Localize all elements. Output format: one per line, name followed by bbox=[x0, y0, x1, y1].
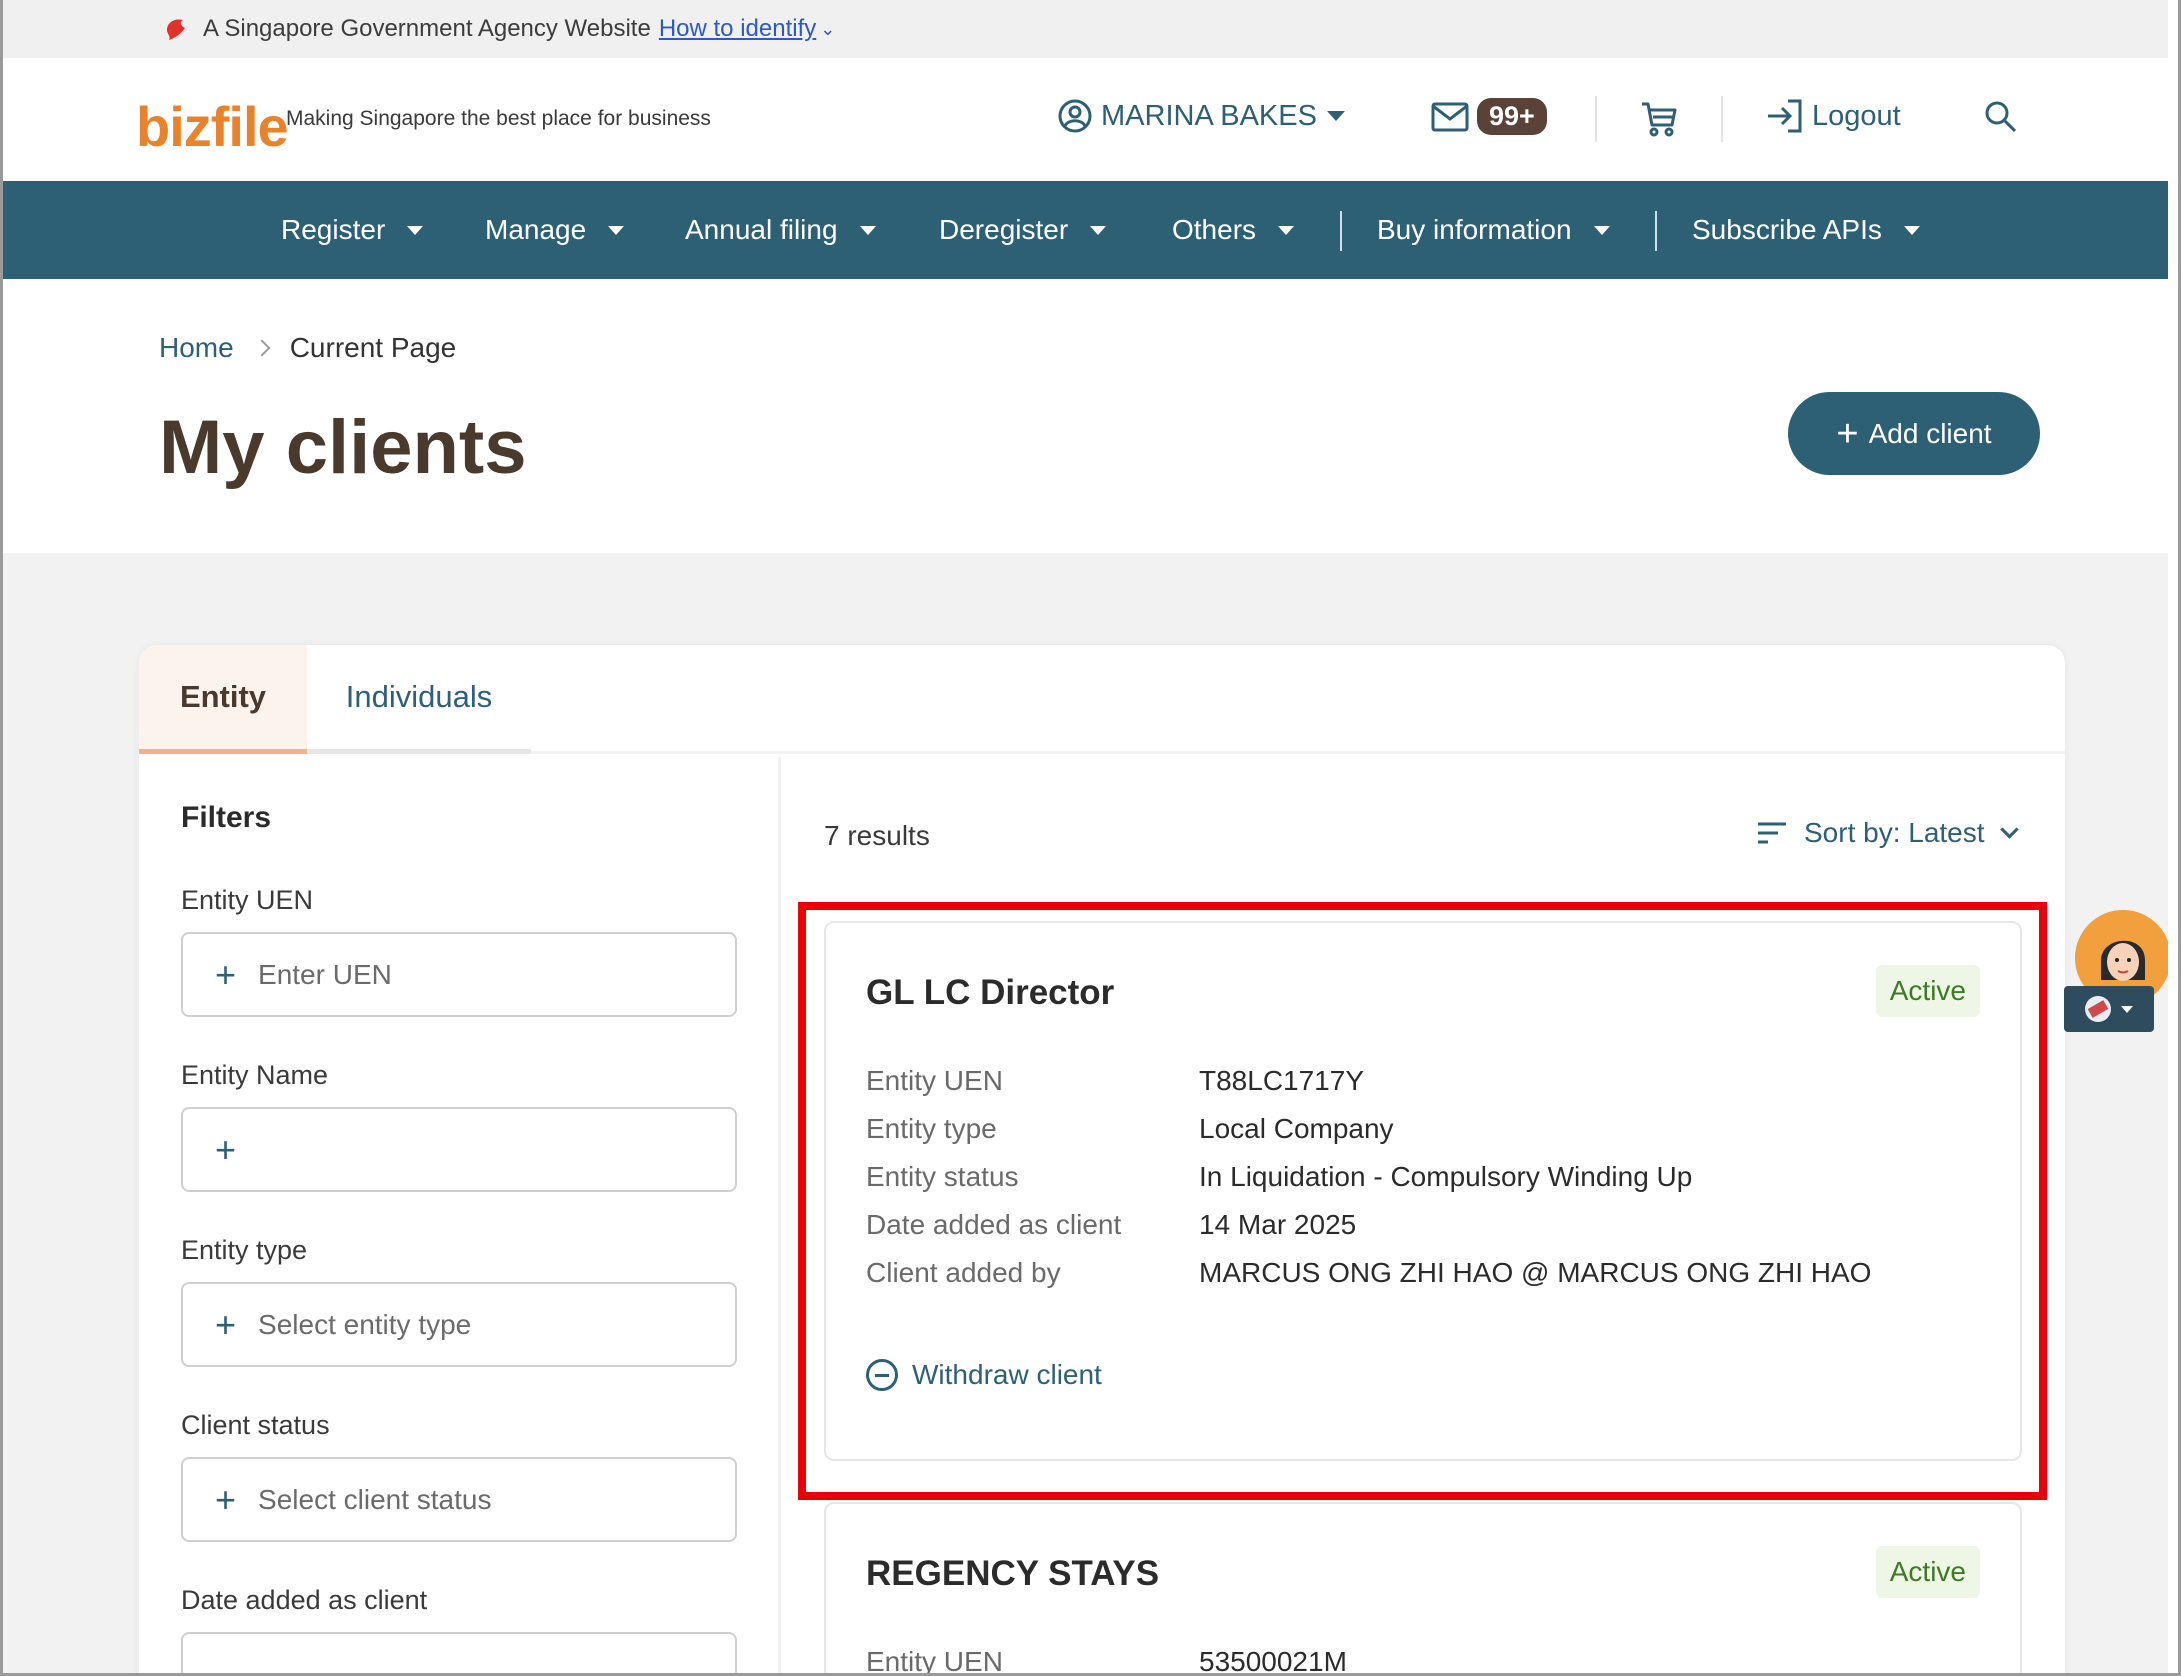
plus-icon: + bbox=[215, 1303, 237, 1345]
mail-count-badge: 99+ bbox=[1477, 98, 1547, 135]
nav-register[interactable]: Register bbox=[281, 181, 424, 279]
chevron-right-icon bbox=[253, 339, 271, 357]
chevron-down-icon: ⌄ bbox=[820, 18, 836, 39]
field-value: 53500021M bbox=[1199, 1646, 1347, 1676]
date-added-input[interactable] bbox=[181, 1632, 737, 1676]
entity-type-select[interactable]: + Select entity type bbox=[181, 1282, 737, 1367]
header: bizfile Making Singapore the best place … bbox=[3, 58, 2168, 181]
search-icon bbox=[1985, 101, 2017, 133]
singapore-lion-icon bbox=[167, 19, 185, 40]
chevron-down-icon bbox=[1999, 819, 2019, 839]
entity-uen-placeholder: Enter UEN bbox=[258, 958, 392, 990]
nav-manage[interactable]: Manage bbox=[485, 181, 625, 279]
add-client-button[interactable]: + Add client bbox=[1788, 392, 2040, 475]
caret-down-icon bbox=[2121, 1005, 2133, 1013]
sort-icon bbox=[1758, 822, 1786, 844]
caret-down-icon bbox=[1326, 111, 1345, 121]
entity-name-label: Entity Name bbox=[181, 1060, 329, 1090]
add-client-label: Add client bbox=[1868, 417, 1992, 449]
main-nav: Register Manage Annual filing Deregister… bbox=[3, 181, 2168, 279]
cart-icon bbox=[1642, 102, 1677, 137]
chatbot-language-toggle[interactable] bbox=[2064, 986, 2154, 1032]
user-circle-icon bbox=[1058, 99, 1092, 133]
caret-down-icon bbox=[1278, 225, 1295, 235]
header-divider bbox=[1721, 96, 1723, 142]
tagline: Making Singapore the best place for busi… bbox=[286, 107, 711, 130]
language-flag-icon bbox=[2085, 996, 2111, 1022]
plus-icon: + bbox=[215, 1128, 237, 1170]
nav-annual-filing[interactable]: Annual filing bbox=[685, 181, 876, 279]
client-status-placeholder: Select client status bbox=[258, 1483, 492, 1515]
plus-icon: + bbox=[1836, 412, 1859, 455]
header-divider bbox=[1595, 96, 1597, 142]
inbox-button[interactable]: 99+ bbox=[1431, 98, 1547, 135]
breadcrumb: Home Current Page bbox=[159, 332, 456, 364]
client-name: REGENCY STAYS bbox=[866, 1554, 1160, 1593]
cart-button[interactable] bbox=[1639, 99, 1679, 144]
tab-entity[interactable]: Entity bbox=[139, 645, 307, 754]
caret-down-icon bbox=[1593, 225, 1610, 235]
user-name: MARINA BAKES bbox=[1101, 99, 1317, 132]
page: A Singapore Government Agency Website Ho… bbox=[3, 0, 2168, 1676]
nav-buy-information[interactable]: Buy information bbox=[1377, 181, 1610, 279]
caret-down-icon bbox=[859, 225, 876, 235]
logout-button[interactable]: Logout bbox=[1766, 98, 1901, 134]
client-status-label: Client status bbox=[181, 1410, 330, 1440]
nav-subscribe-apis[interactable]: Subscribe APIs bbox=[1692, 181, 1920, 279]
breadcrumb-current: Current Page bbox=[289, 332, 457, 363]
how-to-identify-link[interactable]: How to identify bbox=[659, 15, 816, 43]
nav-deregister[interactable]: Deregister bbox=[939, 181, 1107, 279]
client-status-select[interactable]: + Select client status bbox=[181, 1457, 737, 1542]
field-label: Entity UEN bbox=[866, 1646, 1003, 1676]
results-count: 7 results bbox=[824, 820, 930, 851]
plus-icon: + bbox=[215, 1478, 237, 1520]
user-menu[interactable]: MARINA BAKES bbox=[1057, 98, 1345, 134]
sort-label: Sort by: Latest bbox=[1804, 817, 1985, 848]
entity-type-placeholder: Select entity type bbox=[258, 1308, 472, 1340]
search-button[interactable] bbox=[1983, 99, 2019, 140]
filters-panel: Filters Entity UEN + Enter UEN Entity Na… bbox=[139, 757, 781, 1676]
logout-label: Logout bbox=[1812, 99, 1901, 132]
entity-type-label: Entity type bbox=[181, 1235, 308, 1265]
tab-individuals[interactable]: Individuals bbox=[307, 645, 531, 754]
highlight-box bbox=[798, 902, 2047, 1500]
logout-icon bbox=[1768, 99, 1802, 133]
caret-down-icon bbox=[407, 225, 424, 235]
client-card: REGENCY STAYS Active Entity UEN 53500021M bbox=[824, 1502, 2022, 1676]
sort-dropdown[interactable]: Sort by: Latest bbox=[1756, 817, 2019, 849]
breadcrumb-home[interactable]: Home bbox=[159, 332, 234, 364]
nav-others[interactable]: Others bbox=[1172, 181, 1295, 279]
nav-divider bbox=[1340, 211, 1342, 251]
plus-icon: + bbox=[215, 953, 237, 995]
tab-bar: Entity Individuals bbox=[139, 645, 2065, 754]
page-title: My clients bbox=[159, 405, 527, 490]
caret-down-icon bbox=[1903, 225, 1920, 235]
bizfile-logo[interactable]: bizfile bbox=[136, 94, 289, 159]
gov-masthead: A Singapore Government Agency Website Ho… bbox=[3, 0, 2168, 58]
filters-title: Filters bbox=[181, 801, 272, 834]
entity-uen-label: Entity UEN bbox=[181, 885, 314, 915]
mail-icon bbox=[1431, 102, 1469, 131]
entity-name-input[interactable]: + bbox=[181, 1107, 737, 1192]
entity-uen-input[interactable]: + Enter UEN bbox=[181, 932, 737, 1017]
masthead-text: A Singapore Government Agency Website bbox=[203, 15, 651, 42]
caret-down-icon bbox=[1090, 225, 1107, 235]
status-badge: Active bbox=[1875, 1546, 1980, 1598]
date-added-label: Date added as client bbox=[181, 1585, 428, 1615]
caret-down-icon bbox=[608, 225, 625, 235]
nav-divider bbox=[1655, 211, 1657, 251]
